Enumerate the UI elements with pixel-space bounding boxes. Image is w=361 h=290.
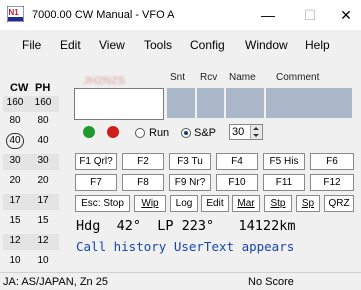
f5-button[interactable]: F5 His [263,153,305,170]
band-ph-30[interactable]: 30 [31,155,55,166]
f11-button[interactable]: F11 [263,174,305,191]
band-row: 15 15 [3,214,59,230]
edit-button[interactable]: Edit [201,195,229,212]
app-logo-icon: N1 [7,6,24,22]
band-header-ph: PH [35,82,51,94]
run-radio[interactable] [135,128,145,138]
green-status-led [83,126,95,138]
menu-tools[interactable]: Tools [144,38,172,52]
f10-button[interactable]: F10 [216,174,258,191]
f7-button[interactable]: F7 [75,174,117,191]
band-ph-80[interactable]: 80 [31,115,55,126]
band-cw-12[interactable]: 12 [3,235,27,246]
menu-config[interactable]: Config [190,38,225,52]
f9-button[interactable]: F9 Nr? [169,174,211,191]
title-bar: N1 7000.00 CW Manual - VFO A — ☐ ✕ [0,0,361,30]
maximize-button[interactable]: ☐ [296,5,324,25]
call-value-obscured: JH2NZS [83,75,126,87]
header-name: Name [229,72,256,83]
band-ph-160[interactable]: 160 [31,97,55,108]
sp-radio[interactable] [181,128,191,138]
wipe-button[interactable]: Wip [134,195,166,212]
header-comment: Comment [276,72,320,83]
band-row: 30 30 [3,154,59,170]
log-button[interactable]: Log [170,195,198,212]
band-cw-40-selected[interactable]: 40 [6,133,24,149]
f6-button[interactable]: F6 [310,153,354,170]
band-cw-160[interactable]: 160 [3,97,27,108]
band-cw-10[interactable]: 10 [3,255,27,266]
band-ph-12[interactable]: 12 [31,235,55,246]
minimize-button[interactable]: — [254,5,282,25]
comment-field[interactable] [266,88,352,118]
f4-button[interactable]: F4 [216,153,258,170]
qrz-button[interactable]: QRZ [324,195,354,212]
status-score: No Score [248,276,294,288]
f2-button[interactable]: F2 [122,153,164,170]
store-button[interactable]: Stp [264,195,292,212]
sp-radio-label: S&P [194,127,217,139]
red-status-led [107,126,119,138]
f3-button[interactable]: F3 Tu [169,153,211,170]
band-ph-15[interactable]: 15 [31,215,55,226]
band-header-cw: CW [10,82,29,94]
band-row: 40 40 [3,133,59,150]
band-cw-30[interactable]: 30 [3,155,27,166]
mark-button[interactable]: Mar [232,195,260,212]
svg-text:N1: N1 [9,8,20,17]
cw-speed-spinner[interactable]: 30 [229,124,263,140]
f1-button[interactable]: F1 Qrl? [75,153,117,170]
band-row: 160 160 [3,96,59,112]
band-cw-80[interactable]: 80 [3,115,27,126]
band-ph-40[interactable]: 40 [31,135,55,146]
band-row: 12 12 [3,234,59,250]
snt-field[interactable] [167,88,195,118]
name-field[interactable] [226,88,264,118]
band-cw-17[interactable]: 17 [3,195,27,206]
band-ph-20[interactable]: 20 [31,175,55,186]
spinner-arrows-icon[interactable] [250,125,262,139]
menu-bar: File Edit View Tools Config Window Help [0,38,361,58]
header-snt: Snt [170,72,186,83]
band-row: 20 20 [3,174,59,190]
menu-file[interactable]: File [22,38,41,52]
band-row: 17 17 [3,194,59,210]
status-location: JA: AS/JAPAN, Zn 25 [3,276,108,288]
menu-edit[interactable]: Edit [60,38,81,52]
run-radio-label: Run [149,127,170,139]
band-row: 80 80 [3,114,59,130]
f8-button[interactable]: F8 [122,174,164,191]
band-ph-10[interactable]: 10 [31,255,55,266]
esc-stop-button[interactable]: Esc: Stop [75,195,130,212]
cw-speed-value: 30 [232,126,245,138]
band-row: 10 10 [3,254,59,270]
header-rcv: Rcv [200,72,218,83]
window-title: 7000.00 CW Manual - VFO A [32,9,175,21]
band-cw-20[interactable]: 20 [3,175,27,186]
menu-help[interactable]: Help [305,38,330,52]
rcv-field[interactable] [197,88,224,118]
band-cw-15[interactable]: 15 [3,215,27,226]
user-text-line: Call history UserText appears [76,239,295,254]
f12-button[interactable]: F12 [310,174,354,191]
close-button[interactable]: ✕ [332,5,360,25]
menu-view[interactable]: View [99,38,125,52]
call-entry-field[interactable]: JH2NZS [74,75,164,120]
status-bar: JA: AS/JAPAN, Zn 25 No Score [0,272,361,290]
band-ph-17[interactable]: 17 [31,195,55,206]
beam-heading-info: Hdg 42° LP 223° 14122km [76,218,296,234]
spot-button[interactable]: Sp [296,195,320,212]
menu-window[interactable]: Window [245,38,288,52]
